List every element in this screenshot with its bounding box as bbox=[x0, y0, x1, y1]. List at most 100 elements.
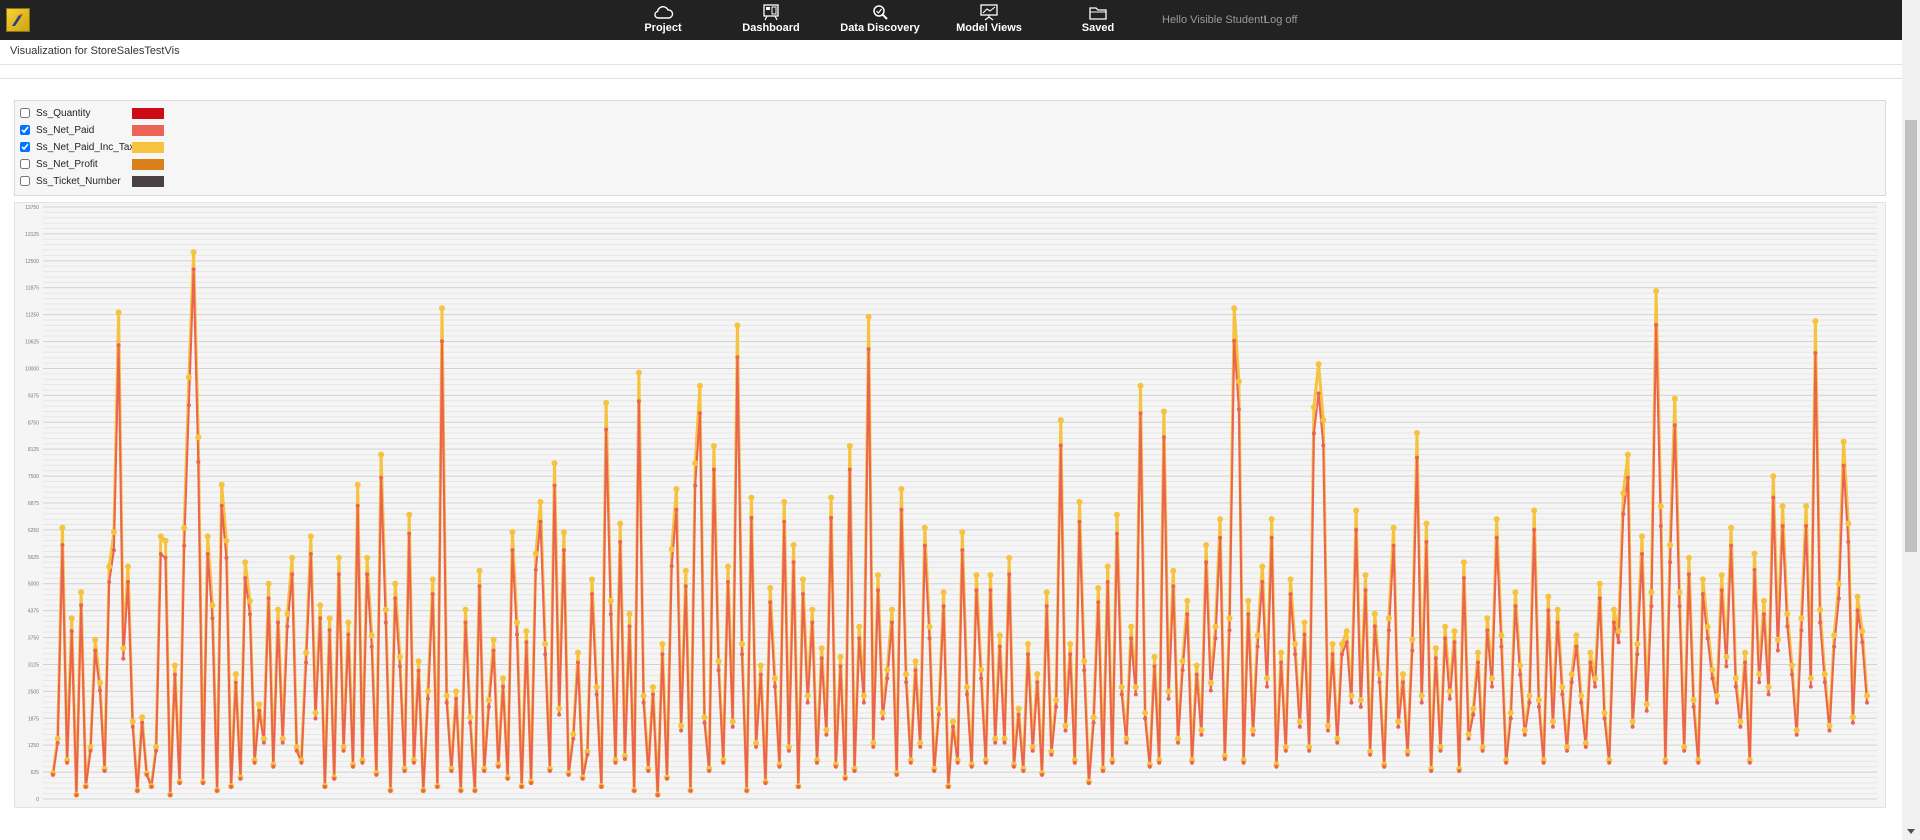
data-point[interactable] bbox=[449, 769, 454, 773]
data-point[interactable] bbox=[345, 619, 352, 626]
data-point[interactable] bbox=[729, 718, 736, 725]
data-point[interactable] bbox=[275, 606, 281, 613]
data-point[interactable] bbox=[135, 788, 140, 793]
data-point[interactable] bbox=[1251, 732, 1255, 737]
data-point[interactable] bbox=[51, 772, 55, 777]
data-point[interactable] bbox=[1499, 644, 1504, 649]
data-point[interactable] bbox=[163, 555, 168, 560]
nav-model-views[interactable]: Model Views bbox=[944, 4, 1034, 38]
data-point[interactable] bbox=[843, 776, 848, 781]
data-point[interactable] bbox=[392, 580, 399, 587]
data-point[interactable] bbox=[682, 567, 689, 574]
data-point[interactable] bbox=[1657, 503, 1664, 510]
data-point[interactable] bbox=[1405, 752, 1410, 757]
data-point[interactable] bbox=[640, 692, 647, 699]
data-point[interactable] bbox=[1438, 748, 1443, 753]
data-point[interactable] bbox=[1597, 596, 1602, 601]
data-point[interactable] bbox=[157, 533, 164, 540]
data-point[interactable] bbox=[444, 700, 449, 705]
data-point[interactable] bbox=[78, 589, 85, 596]
data-point[interactable] bbox=[636, 399, 641, 404]
data-point[interactable] bbox=[467, 714, 474, 721]
data-point[interactable] bbox=[1522, 732, 1527, 737]
data-point[interactable] bbox=[1798, 615, 1805, 622]
data-point[interactable] bbox=[608, 612, 613, 617]
nav-data-discovery[interactable]: Data Discovery bbox=[835, 4, 925, 38]
data-point[interactable] bbox=[646, 769, 651, 773]
data-point[interactable] bbox=[1226, 615, 1233, 622]
data-point[interactable] bbox=[1667, 542, 1674, 548]
data-point[interactable] bbox=[1382, 764, 1387, 769]
data-point[interactable] bbox=[593, 684, 600, 691]
data-point[interactable] bbox=[453, 688, 460, 695]
data-point[interactable] bbox=[204, 533, 211, 540]
data-point[interactable] bbox=[210, 616, 215, 621]
data-point[interactable] bbox=[1236, 407, 1241, 412]
data-point[interactable] bbox=[1718, 572, 1725, 579]
data-point[interactable] bbox=[332, 776, 337, 781]
data-point[interactable] bbox=[1808, 684, 1813, 689]
data-point[interactable] bbox=[894, 772, 899, 777]
data-point[interactable] bbox=[1484, 615, 1491, 622]
data-point[interactable] bbox=[1026, 652, 1030, 657]
data-point[interactable] bbox=[121, 656, 126, 661]
data-point[interactable] bbox=[1119, 692, 1124, 697]
data-point[interactable] bbox=[626, 610, 633, 617]
data-point[interactable] bbox=[421, 788, 426, 793]
data-point[interactable] bbox=[1549, 718, 1556, 725]
data-point[interactable] bbox=[1812, 318, 1819, 325]
data-point[interactable] bbox=[1724, 664, 1729, 669]
data-point[interactable] bbox=[368, 632, 375, 639]
data-point[interactable] bbox=[960, 548, 965, 553]
data-point[interactable] bbox=[828, 494, 835, 501]
data-point[interactable] bbox=[1587, 649, 1594, 656]
data-point[interactable] bbox=[1757, 680, 1762, 685]
data-point[interactable] bbox=[1747, 760, 1752, 765]
data-point[interactable] bbox=[1476, 660, 1480, 665]
data-point[interactable] bbox=[290, 572, 295, 577]
data-point[interactable] bbox=[1446, 688, 1453, 695]
data-point[interactable] bbox=[462, 606, 469, 613]
data-point[interactable] bbox=[1560, 692, 1565, 697]
data-point[interactable] bbox=[1751, 550, 1758, 557]
data-point[interactable] bbox=[1447, 696, 1452, 701]
data-point[interactable] bbox=[1676, 589, 1683, 596]
data-point[interactable] bbox=[1489, 675, 1495, 682]
data-point[interactable] bbox=[865, 313, 872, 320]
data-point[interactable] bbox=[454, 696, 459, 701]
data-point[interactable] bbox=[97, 688, 102, 693]
data-point[interactable] bbox=[726, 580, 730, 584]
data-point[interactable] bbox=[1429, 769, 1434, 773]
data-point[interactable] bbox=[1185, 612, 1190, 617]
data-point[interactable] bbox=[303, 649, 310, 656]
data-point[interactable] bbox=[472, 788, 477, 793]
data-point[interactable] bbox=[607, 597, 614, 604]
data-point[interactable] bbox=[1129, 636, 1134, 641]
data-point[interactable] bbox=[1512, 589, 1519, 596]
data-point[interactable] bbox=[1057, 417, 1064, 424]
data-point[interactable] bbox=[918, 744, 923, 749]
data-point[interactable] bbox=[243, 576, 248, 581]
data-point[interactable] bbox=[1208, 688, 1213, 693]
data-point[interactable] bbox=[871, 744, 876, 749]
data-point[interactable] bbox=[1030, 748, 1035, 753]
data-point[interactable] bbox=[308, 552, 313, 556]
data-point[interactable] bbox=[782, 519, 787, 524]
data-point[interactable] bbox=[111, 548, 116, 553]
data-point[interactable] bbox=[1648, 589, 1655, 596]
data-point[interactable] bbox=[1329, 641, 1336, 647]
data-point[interactable] bbox=[1765, 684, 1772, 691]
data-point[interactable] bbox=[1644, 708, 1649, 713]
data-point[interactable] bbox=[1635, 652, 1640, 657]
data-point[interactable] bbox=[740, 652, 744, 657]
data-point[interactable] bbox=[993, 740, 998, 745]
data-point[interactable] bbox=[678, 722, 685, 729]
data-point[interactable] bbox=[1517, 662, 1524, 669]
data-point[interactable] bbox=[819, 656, 824, 661]
data-point[interactable] bbox=[129, 718, 136, 725]
data-point[interactable] bbox=[660, 652, 665, 657]
data-point[interactable] bbox=[804, 692, 811, 699]
data-point[interactable] bbox=[1287, 576, 1294, 583]
data-point[interactable] bbox=[1465, 731, 1472, 738]
data-point[interactable] bbox=[1620, 490, 1627, 497]
